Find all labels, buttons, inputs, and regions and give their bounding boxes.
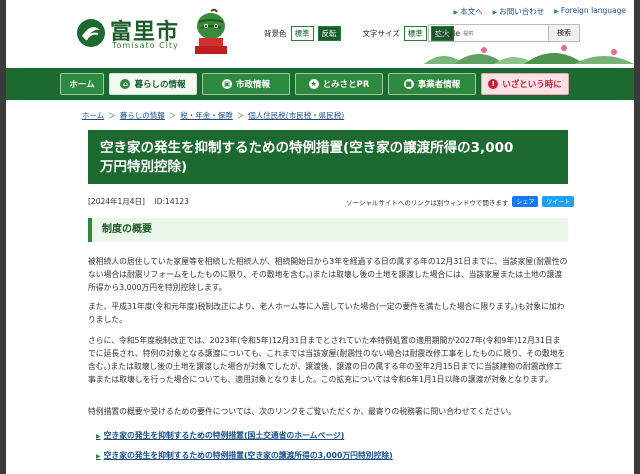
search-brand-sub: 提供 [463,30,474,37]
top-link-skip[interactable]: ▶ 本文へ [454,6,483,17]
social-note: ソーシャルサイトへのリンクは別ウィンドウで開きます [346,198,509,207]
social-share: ソーシャルサイトへのリンクは別ウィンドウで開きます シェア ツイート [346,196,575,207]
nav-living-info[interactable]: ⌂ 暮らしの情報 [109,73,197,95]
breadcrumb-tax[interactable]: 税・年金・保険 [180,110,233,121]
top-link-contact[interactable]: ▶ お問い合わせ [493,6,545,17]
page-id: ID:14123 [154,197,189,206]
paragraph-3: さらに、令和5年度税制改正では、2023年(令和5年)12月31日までとされてい… [88,336,566,384]
breadcrumb-separator: ＞ [168,111,177,120]
link-mlit-page[interactable]: ▶ 空き家の発生を抑制するための特例措置(国土交通省のホームページ) [96,430,344,441]
paragraph-2: また、平成31年度(令和元年度)税制改正により、老人ホーム等に入居していた場合(… [88,302,565,324]
site-header: 富里市 Tomisato City ▶ 本文へ ▶ お問い合わせ ▶ Foreign … [6,0,634,68]
paragraph-1: 被相続人の居住していた家屋等を相続した相続人が、相続開始日から3年を経過する日の… [88,257,568,292]
alert-icon: ! [488,79,499,89]
page-title-line2: 万円特別控除) [100,159,188,175]
header-trees-decoration [424,45,634,64]
house-icon: ⌂ [120,79,131,89]
breadcrumb-separator: ＞ [236,111,245,120]
paragraph-4: 特例措置の概要や受けるための要件については、次のリンクをご覧いただくか、最寄りの… [88,407,517,416]
breadcrumb-separator: ＞ [108,111,116,120]
twitter-share-button[interactable]: ツイート [542,196,575,207]
search-brand: Google [432,28,461,38]
breadcrumb: ホーム ＞ 暮らしの情報 ＞ 税・年金・保険 ＞ 個人住民税(市民税・県民税) [82,110,344,121]
main-nav: ホーム ⌂ 暮らしの情報 ▣ 市政情報 ★ とみさとPR ■ 事業者情報 ! いざという時… [6,68,634,100]
display-controls: 背景色 標準 反転 文字サイズ 標準 拡大 [264,26,454,41]
top-link-foreign[interactable]: ▶ Foreign language [554,6,626,17]
top-links: ▶ 本文へ ▶ お問い合わせ ▶ Foreign language [454,6,626,17]
facebook-share-button[interactable]: シェア [512,196,539,207]
briefcase-icon: ■ [403,79,414,89]
nav-tomisato-pr[interactable]: ★ とみさとPR [295,73,383,95]
page-title: 空き家の発生を抑制するための特例措置(空き家の譲渡所得の3,000 万円特別控除… [88,130,568,184]
nav-home[interactable]: ホーム [60,73,104,95]
city-name-sub: Tomisato City [112,41,179,50]
nav-emergency[interactable]: ! いざという時に [481,73,569,95]
breadcrumb-home[interactable]: ホーム [82,110,104,121]
city-logo[interactable]: 富里市 Tomisato City [76,14,186,54]
city-emblem-icon [77,19,105,47]
page-meta: [2024年1月4日] ID:14123 [88,196,189,207]
breadcrumb-living[interactable]: 暮らしの情報 [120,110,165,121]
page-date: [2024年1月4日] [88,197,145,206]
bg-color-label: 背景色 [264,29,287,38]
font-standard-button[interactable]: 標準 [403,26,427,41]
star-icon: ★ [308,79,319,89]
nav-city-policy[interactable]: ▣ 市政情報 [202,73,290,95]
nav-business-info[interactable]: ■ 事業者情報 [388,73,476,95]
link-deduction-page[interactable]: ▶ 空き家の発生を抑制するための特例措置(空き家の譲渡所得の3,000万円特別控除… [96,450,393,461]
page: 富里市 Tomisato City ▶ 本文へ ▶ お問い合わせ ▶ Foreign … [6,0,634,474]
page-title-line1: 空き家の発生を抑制するための特例措置(空き家の譲渡所得の3,000 [100,140,514,156]
triangle-icon: ▶ [96,433,101,440]
building-icon: ▣ [221,79,232,89]
triangle-icon: ▶ [96,453,101,460]
section-heading: 制度の概要 [88,218,568,242]
font-size-label: 文字サイズ [362,29,400,38]
bg-standard-button[interactable]: 標準 [290,26,314,41]
mascot-icon [195,8,227,54]
bg-invert-button[interactable]: 反転 [317,26,341,41]
breadcrumb-resident-tax[interactable]: 個人住民税(市民税・県民税) [248,110,344,121]
